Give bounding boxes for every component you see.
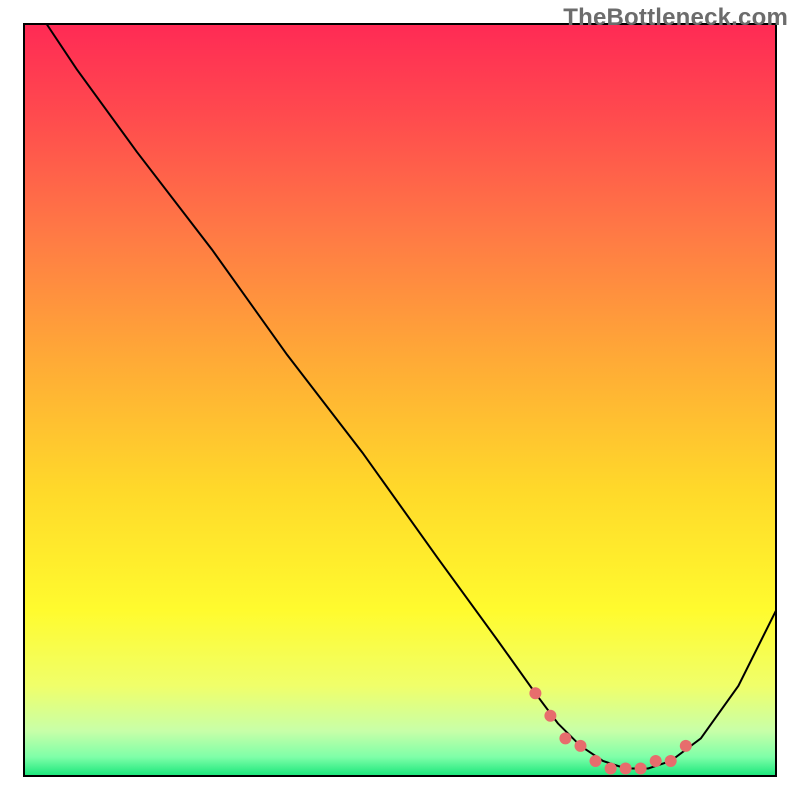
valley-dot [544, 710, 556, 722]
valley-dot [620, 763, 632, 775]
valley-dot [559, 732, 571, 744]
valley-dot [650, 755, 662, 767]
valley-dot [680, 740, 692, 752]
valley-dot [635, 763, 647, 775]
bottleneck-chart: TheBottleneck.com [0, 0, 800, 800]
valley-dot [575, 740, 587, 752]
valley-dot [529, 687, 541, 699]
gradient-background [24, 24, 776, 776]
chart-svg [0, 0, 800, 800]
valley-dot [590, 755, 602, 767]
watermark-text: TheBottleneck.com [563, 4, 788, 32]
valley-dot [605, 763, 617, 775]
valley-dot [665, 755, 677, 767]
